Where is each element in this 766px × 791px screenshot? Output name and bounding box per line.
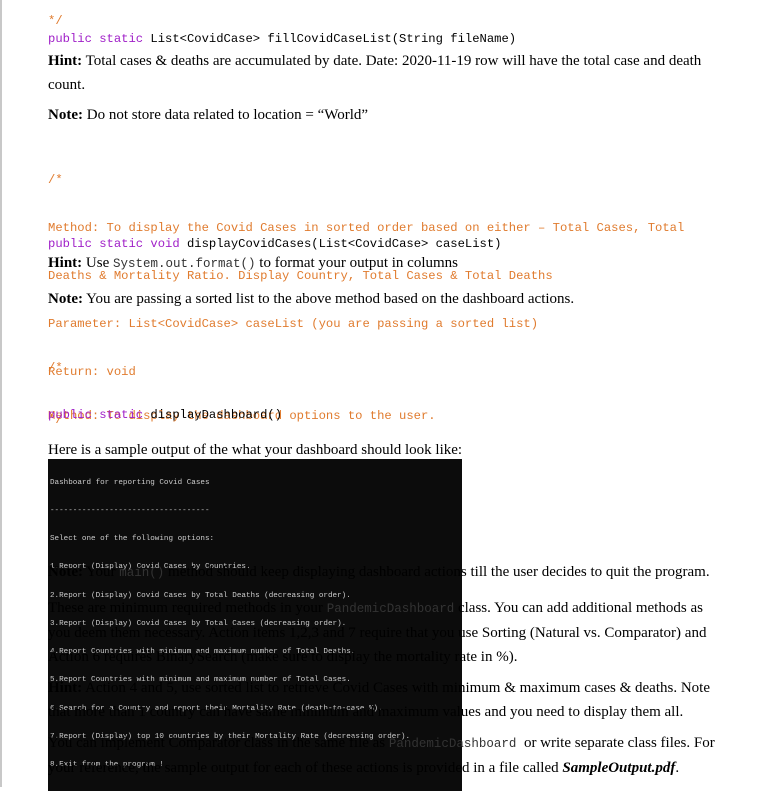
note-sorted-list: Note: You are passing a sorted list to t… [48,287,574,311]
comment-end: */ [48,13,63,29]
signature-modifiers: public static [48,32,144,46]
hint-label: Hint: [48,255,83,271]
note-world: Note: Do not store data related to locat… [48,103,368,127]
paragraph-comparator: You can implement Comparator class in th… [48,731,734,780]
method-signature-display-cases: public static void displayCovidCases(Lis… [48,236,501,252]
sample-output-filename: SampleOutput.pdf [562,760,676,776]
paragraph-required-methods: These are minimum required methods in yo… [48,596,728,669]
method-signature-fill: public static List<CovidCase> fillCovidC… [48,31,516,47]
note-label: Note: [48,291,83,307]
document-page: */ public static List<CovidCase> fillCov… [0,0,766,791]
note-label: Note: [48,107,83,123]
signature-modifiers: public static [48,408,144,422]
comment-text: */ [48,14,63,28]
comment-line: /* [48,173,63,187]
hint-format: Hint: Use System.out.format() to format … [48,251,458,276]
comment-line: /* [48,361,63,375]
hint-min-max: Hint: Action 4 and 5, use sorted list to… [48,676,728,724]
para-code: PandemicDashboard [388,737,524,751]
hint-post: to format your output in columns [255,255,459,271]
terminal-title: Dashboard for reporting Covid Cases [50,478,210,487]
terminal-prompt: Select one of the following options: [50,535,215,544]
method-signature-dashboard: public static displayDashboard() [48,407,282,423]
note-code: main() [119,566,165,580]
para-pre: These are minimum required methods in yo… [48,600,327,616]
hint-label: Hint: [48,53,83,69]
note-text: Do not store data related to location = … [82,107,369,123]
signature-rest: List<CovidCase> fillCovidCaseList(String… [143,32,517,46]
para-post: . [675,760,680,776]
comment-line: Method: To display the Covid Cases in so… [48,221,685,235]
hint-label: Hint: [48,680,83,696]
hint-pre: Use [82,255,113,271]
para-code: PandemicDashboard [326,602,455,616]
note-main-method: Note: Your main() method should keep dis… [48,560,710,585]
note-pre: Your [82,564,120,580]
hint-code: System.out.format() [113,257,256,271]
signature-rest: displayDashboard() [143,408,283,422]
note-text: You are passing a sorted list to the abo… [82,291,575,307]
note-label: Note: [48,564,83,580]
note-post: method should keep displaying dashboard … [164,564,710,580]
hint-fill: Hint: Total cases & deaths are accumulat… [48,49,713,97]
hint-text: Total cases & deaths are accumulated by … [48,53,702,93]
hint-text: Action 4 and 5, use sorted list to retri… [48,680,710,720]
terminal-divider: ----------------------------------- [50,507,210,516]
para-pre: You can implement Comparator class in th… [48,735,389,751]
signature-modifiers: public static void [48,237,180,251]
signature-rest: displayCovidCases(List<CovidCase> caseLi… [179,237,502,251]
